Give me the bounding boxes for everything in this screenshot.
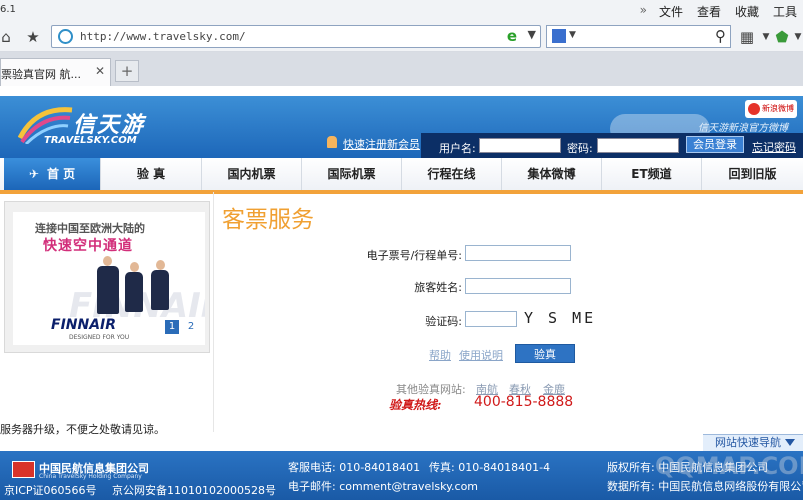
quick-nav-toggle[interactable]: 网站快速导航 — [703, 434, 803, 451]
browser-titlebar: 6.1 » 文件 查看 收藏 工具 — [0, 0, 803, 22]
browser-version: 6.1 — [0, 4, 16, 15]
quick-nav-label: 网站快速导航 — [715, 436, 781, 449]
user-icon — [327, 136, 337, 148]
footer-police-record[interactable]: 京公网安备11010102000528号 — [112, 482, 276, 498]
company-logo-icon — [12, 461, 35, 478]
weibo-official-text[interactable]: 信天游新浪官方微博 — [698, 119, 788, 134]
verify-button[interactable]: 验真 — [515, 344, 575, 363]
usage-link[interactable]: 使用说明 — [459, 347, 503, 363]
menu-favorites[interactable]: 收藏 — [735, 3, 759, 20]
crew-figure — [125, 272, 143, 312]
browser-navbar: ⌂ ★ http://www.travelsky.com/ e ▼ ▼ ⚲ ▦ … — [0, 22, 803, 52]
nav-accent-bar — [0, 190, 803, 194]
nav-verify[interactable]: 验 真 — [101, 158, 202, 192]
username-input[interactable] — [479, 138, 561, 153]
address-dropdown-icon[interactable]: ▼ — [528, 28, 536, 41]
crew-head — [130, 262, 139, 272]
help-link[interactable]: 帮助 — [429, 347, 451, 363]
register-link[interactable]: 快速注册新会员 — [343, 136, 420, 152]
crew-head — [103, 256, 112, 266]
site-header: 信天游 TRAVELSKY.COM 新浪微博 信天游新浪官方微博 快速注册新会员… — [0, 96, 803, 158]
address-bar[interactable]: http://www.travelsky.com/ e ▼ — [51, 25, 541, 48]
banner-page-2[interactable]: 2 — [185, 320, 197, 334]
watermark: QQMAP.COM — [655, 452, 803, 480]
content-divider — [213, 192, 214, 432]
weibo-badge-label: 新浪微博 — [762, 104, 794, 113]
search-engine-icon[interactable] — [552, 29, 566, 43]
nav-old-version[interactable]: 回到旧版 — [702, 158, 803, 192]
username-label: 用户名: — [439, 142, 476, 155]
weibo-icon — [748, 103, 760, 115]
forgot-password-link[interactable]: 忘记密码 — [752, 139, 796, 155]
crew-head — [156, 260, 165, 270]
menu-view[interactable]: 查看 — [697, 3, 721, 20]
banner-headline: 连接中国至欧洲大陆的 — [35, 222, 145, 235]
captcha-label: 验证码: — [425, 315, 462, 328]
tab-active[interactable]: 票验真官网 航... ✕ — [0, 58, 111, 86]
footer-icp[interactable]: 京ICP证060566号 — [4, 482, 97, 498]
crew-figure — [97, 266, 119, 314]
login-button[interactable]: 会员登录 — [686, 136, 744, 153]
crew-figure — [151, 270, 169, 310]
captcha-image[interactable]: Y S ME — [524, 309, 596, 327]
ad-banner[interactable]: FINNAIR 连接中国至欧洲大陆的 快速空中通道 FINNAIR DESIGN… — [4, 201, 210, 353]
captcha-input[interactable] — [465, 311, 517, 327]
chevron-down-icon — [785, 439, 795, 446]
favorite-star-icon[interactable]: ★ — [23, 27, 43, 47]
footer-company-en: China TravelSky Holding Company — [39, 473, 142, 480]
menu-overflow-icon[interactable]: » — [640, 3, 647, 20]
weibo-badge[interactable]: 新浪微博 — [745, 100, 797, 118]
nav-domestic-tickets[interactable]: 国内机票 — [202, 158, 302, 192]
nav-home-label: 首 页 — [46, 167, 76, 181]
nav-itinerary-online[interactable]: 行程在线 — [402, 158, 502, 192]
banner-subheadline: 快速空中通道 — [43, 238, 133, 254]
new-tab-button[interactable]: + — [115, 60, 139, 82]
nav-et-channel[interactable]: ET频道 — [602, 158, 702, 192]
search-icon[interactable]: ⚲ — [715, 27, 726, 45]
footer-phone: 客服电话: 010-84018401 — [288, 461, 421, 474]
menu-file[interactable]: 文件 — [659, 3, 683, 20]
ie-compat-icon[interactable]: e — [507, 27, 517, 45]
tab-title: 票验真官网 航... — [1, 68, 81, 81]
hotline-number: 400-815-8888 — [474, 394, 574, 410]
home-icon[interactable]: ⌂ — [0, 27, 16, 47]
finnair-logo: FINNAIR — [51, 317, 117, 333]
apps-grid-icon[interactable]: ▦ — [737, 27, 757, 47]
address-url[interactable]: http://www.travelsky.com/ — [80, 30, 246, 43]
main-nav: ✈ 首 页 验 真 国内机票 国际机票 行程在线 集体微博 ET频道 回到旧版 — [0, 158, 803, 192]
footer-email[interactable]: 电子邮件: comment@travelsky.com — [288, 478, 478, 494]
banner-page-1[interactable]: 1 — [165, 320, 179, 334]
nav-group-weibo[interactable]: 集体微博 — [502, 158, 602, 192]
server-notice: 服务器升级，不便之处敬请见谅。 — [0, 423, 165, 436]
shield-dropdown-icon[interactable]: ▼ — [788, 27, 803, 47]
ticket-number-label: 电子票号/行程单号: — [366, 249, 462, 262]
other-sites-label: 其他验真网站: — [396, 383, 466, 396]
password-label: 密码: — [567, 142, 593, 155]
nav-home[interactable]: ✈ 首 页 — [4, 158, 101, 192]
nav-international-tickets[interactable]: 国际机票 — [302, 158, 402, 192]
login-panel: 用户名: 密码: 会员登录 忘记密码 — [421, 133, 803, 158]
page-title: 客票服务 — [222, 207, 314, 233]
close-icon[interactable]: ✕ — [95, 64, 105, 78]
passenger-name-input[interactable] — [465, 278, 571, 294]
logo-text-en: TRAVELSKY.COM — [44, 135, 137, 146]
hotline-label: 验真热线: — [389, 398, 442, 412]
search-engine-dropdown-icon[interactable]: ▼ — [569, 30, 576, 40]
menu-tools[interactable]: 工具 — [773, 3, 797, 20]
ticket-number-input[interactable] — [465, 245, 571, 261]
browser-menubar: » 文件 查看 收藏 工具 — [640, 3, 797, 20]
plane-icon: ✈ — [28, 167, 39, 181]
search-box[interactable]: ▼ ⚲ — [546, 25, 731, 48]
browser-tabbar: 票验真官网 航... ✕ + — [0, 52, 803, 86]
footer-data-owner: 数据所有: 中国民航信息网络股份有限公司 — [607, 480, 803, 493]
site-icon — [58, 29, 73, 44]
footer-fax: 传真: 010-84018401-4 — [429, 461, 551, 474]
passenger-name-label: 旅客姓名: — [414, 281, 462, 294]
password-input[interactable] — [597, 138, 679, 153]
finnair-tagline: DESIGNED FOR YOU — [69, 334, 130, 341]
